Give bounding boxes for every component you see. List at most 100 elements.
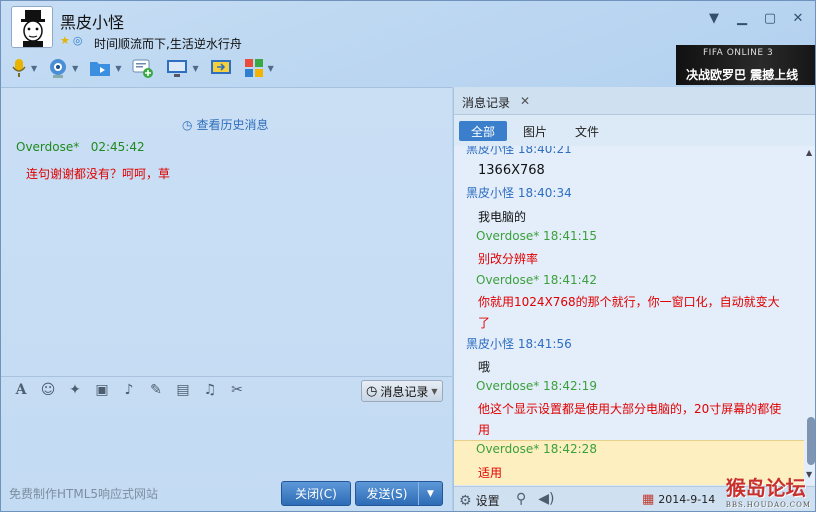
emoji-icon[interactable]: ☺ bbox=[38, 382, 58, 398]
history-list: 黑皮小怪 18:40:21 1366X768 黑皮小怪 18:40:34 我电脑… bbox=[454, 146, 804, 485]
settings-button[interactable]: ⚙ 设置 bbox=[459, 492, 500, 509]
input-toolbar: A ☺ ✦ ▣ ♪ ✎ ▤ ♫ ✂ ◷ 消息记录 ▼ bbox=[1, 376, 452, 404]
close-icon[interactable]: ✕ bbox=[785, 7, 811, 29]
history-scrollbar[interactable]: ▲ ▼ bbox=[804, 146, 815, 485]
chevron-down-icon: ▼ bbox=[431, 386, 438, 396]
clock-icon: ◷ bbox=[182, 117, 193, 132]
history-filters: 全部 图片 文件 bbox=[459, 121, 611, 143]
history-message: 他这个显示设置都是使用大部分电脑的，20寸屏幕的都使用 bbox=[478, 402, 782, 437]
view-history-link[interactable]: ◷ 查看历史消息 bbox=[182, 116, 269, 133]
chevron-down-icon[interactable]: ▼ bbox=[192, 64, 198, 73]
history-bottom-icons: ⚲ ◀) bbox=[516, 491, 555, 507]
chat-add-icon bbox=[132, 59, 154, 78]
minimize-icon[interactable]: ▁ bbox=[729, 7, 755, 29]
contact-signature: 时间顺流而下,生活逆水行舟 bbox=[94, 37, 242, 51]
music-icon[interactable]: ♫ bbox=[200, 382, 220, 398]
chat-panel: ◷ 查看历史消息 Overdose* 02:45:42 连句谢谢都没有？呵呵，草… bbox=[1, 87, 452, 511]
date-picker[interactable]: ▦ 2014-9-14 bbox=[642, 492, 715, 507]
chevron-down-icon[interactable]: ▼ bbox=[115, 64, 121, 73]
gear-icon: ⚙ bbox=[459, 492, 472, 509]
window-controls: ▼ ▁ ▢ ✕ bbox=[701, 7, 811, 29]
history-message: 别改分辨率 bbox=[478, 252, 539, 266]
edit-icon[interactable]: ✎ bbox=[146, 382, 166, 398]
sender-name: Overdose* bbox=[16, 140, 80, 154]
history-message: 哦 bbox=[478, 360, 491, 374]
apps-grid-icon bbox=[244, 59, 263, 77]
screen-share-button[interactable] bbox=[206, 55, 236, 81]
mobile-icon[interactable]: ◎ bbox=[73, 34, 83, 48]
history-sender: 黑皮小怪 18:40:34 bbox=[466, 186, 572, 200]
chevron-down-icon[interactable]: ▼ bbox=[31, 64, 37, 73]
view-history-label: 查看历史消息 bbox=[196, 118, 269, 132]
filter-images[interactable]: 图片 bbox=[511, 121, 559, 141]
ad-logo: FIFA ONLINE 3 bbox=[703, 48, 774, 58]
watermark-title: 猴岛论坛 bbox=[725, 476, 806, 500]
close-button[interactable]: 关闭(C) bbox=[281, 481, 351, 506]
folder-icon bbox=[90, 62, 111, 76]
contact-name: 黑皮小怪 bbox=[60, 13, 125, 32]
send-label: 发送(S) bbox=[366, 487, 408, 501]
window-header: 黑皮小怪 ★ ◎ 时间顺流而下,生活逆水行舟 ▼ ▁ ▢ ✕ ▼ ▼ ▼ ▼ ▼… bbox=[1, 1, 815, 85]
message-history-button[interactable]: ◷ 消息记录 ▼ bbox=[361, 380, 443, 402]
input-tools: A ☺ ✦ ▣ ♪ ✎ ▤ ♫ ✂ bbox=[11, 382, 247, 398]
star-icon[interactable]: ★ bbox=[60, 34, 70, 48]
footer-link[interactable]: 免费制作HTML5响应式网站 bbox=[9, 485, 158, 502]
history-tabbar: 消息记录 ✕ bbox=[454, 87, 815, 115]
avatar[interactable] bbox=[11, 6, 53, 48]
history-message: 1366X768 bbox=[478, 163, 545, 178]
history-message: 我电脑的 bbox=[478, 210, 527, 224]
history-sender: Overdose* 18:41:15 bbox=[476, 229, 597, 243]
microphone-icon bbox=[12, 59, 26, 77]
monitor-icon bbox=[167, 60, 188, 77]
apps-button[interactable]: ▼ bbox=[240, 55, 277, 81]
tab-label: 消息记录 bbox=[462, 96, 511, 110]
date-value: 2014-9-14 bbox=[658, 493, 716, 506]
chevron-down-icon[interactable]: ▼ bbox=[72, 64, 78, 73]
remote-desktop-button[interactable]: ▼ bbox=[162, 55, 201, 81]
history-panel: 消息记录 ✕ 全部 图片 文件 黑皮小怪 18:40:21 1366X768 黑… bbox=[453, 87, 815, 511]
message-text: 连句谢谢都没有？呵呵，草 bbox=[26, 167, 171, 181]
scissors-icon[interactable]: ✂ bbox=[227, 382, 247, 398]
camera-icon bbox=[50, 59, 67, 78]
toolbar: ▼ ▼ ▼ ▼ ▼ bbox=[7, 55, 277, 81]
tab-message-history[interactable]: 消息记录 ✕ bbox=[462, 94, 530, 111]
scroll-thumb[interactable] bbox=[807, 417, 815, 465]
message-sender: Overdose* 02:45:42 bbox=[16, 140, 145, 154]
settings-label: 设置 bbox=[475, 494, 500, 508]
shake-icon[interactable]: ▣ bbox=[92, 382, 112, 398]
filter-all[interactable]: 全部 bbox=[459, 121, 508, 141]
speaker-icon[interactable]: ◀) bbox=[538, 491, 554, 507]
font-icon[interactable]: A bbox=[11, 382, 31, 398]
history-clock-icon: ◷ bbox=[366, 383, 378, 399]
history-sender: 黑皮小怪 18:41:56 bbox=[466, 337, 572, 351]
image-icon[interactable]: ▤ bbox=[173, 382, 193, 398]
message-time: 02:45:42 bbox=[90, 140, 145, 154]
share-screen-icon bbox=[210, 60, 231, 74]
ad-slogan: 决战欧罗巴 震撼上线 bbox=[686, 68, 799, 82]
history-sender: Overdose* 18:42:28 bbox=[476, 442, 597, 456]
watermark-url: BBS.HOUDAO.COM bbox=[725, 501, 811, 509]
chevron-down-icon[interactable]: ▼ bbox=[268, 64, 274, 73]
group-chat-button[interactable] bbox=[128, 55, 158, 81]
magic-wand-icon[interactable]: ✦ bbox=[65, 382, 85, 398]
ad-banner[interactable]: FIFA ONLINE 3 决战欧罗巴 震撼上线 bbox=[676, 45, 815, 85]
send-options-chevron-icon[interactable]: ▼ bbox=[418, 482, 442, 505]
voice-call-button[interactable]: ▼ bbox=[7, 55, 40, 81]
voice-message-icon[interactable]: ♪ bbox=[119, 382, 139, 398]
message-input[interactable] bbox=[1, 404, 452, 480]
menu-dropdown-icon[interactable]: ▼ bbox=[701, 7, 727, 29]
search-icon[interactable]: ⚲ bbox=[516, 491, 526, 507]
scroll-up-icon[interactable]: ▲ bbox=[806, 148, 812, 157]
close-tab-icon[interactable]: ✕ bbox=[520, 94, 530, 111]
filter-files[interactable]: 文件 bbox=[563, 121, 611, 141]
file-transfer-button[interactable]: ▼ bbox=[85, 55, 124, 81]
history-sender: Overdose* 18:41:42 bbox=[476, 273, 597, 287]
history-sender: Overdose* 18:42:19 bbox=[476, 379, 597, 393]
maximize-icon[interactable]: ▢ bbox=[757, 7, 783, 29]
watermark-logo: 猴岛论坛 BBS.HOUDAO.COM bbox=[726, 472, 811, 509]
send-button[interactable]: 发送(S) ▼ bbox=[355, 481, 443, 506]
chat-window: 黑皮小怪 ★ ◎ 时间顺流而下,生活逆水行舟 ▼ ▁ ▢ ✕ ▼ ▼ ▼ ▼ ▼… bbox=[0, 0, 816, 512]
history-message: 你就用1024X768的那个就行，你一窗口化，自动就变大了 bbox=[478, 295, 780, 330]
message-history-label: 消息记录 bbox=[380, 384, 429, 399]
video-call-button[interactable]: ▼ bbox=[44, 55, 81, 81]
